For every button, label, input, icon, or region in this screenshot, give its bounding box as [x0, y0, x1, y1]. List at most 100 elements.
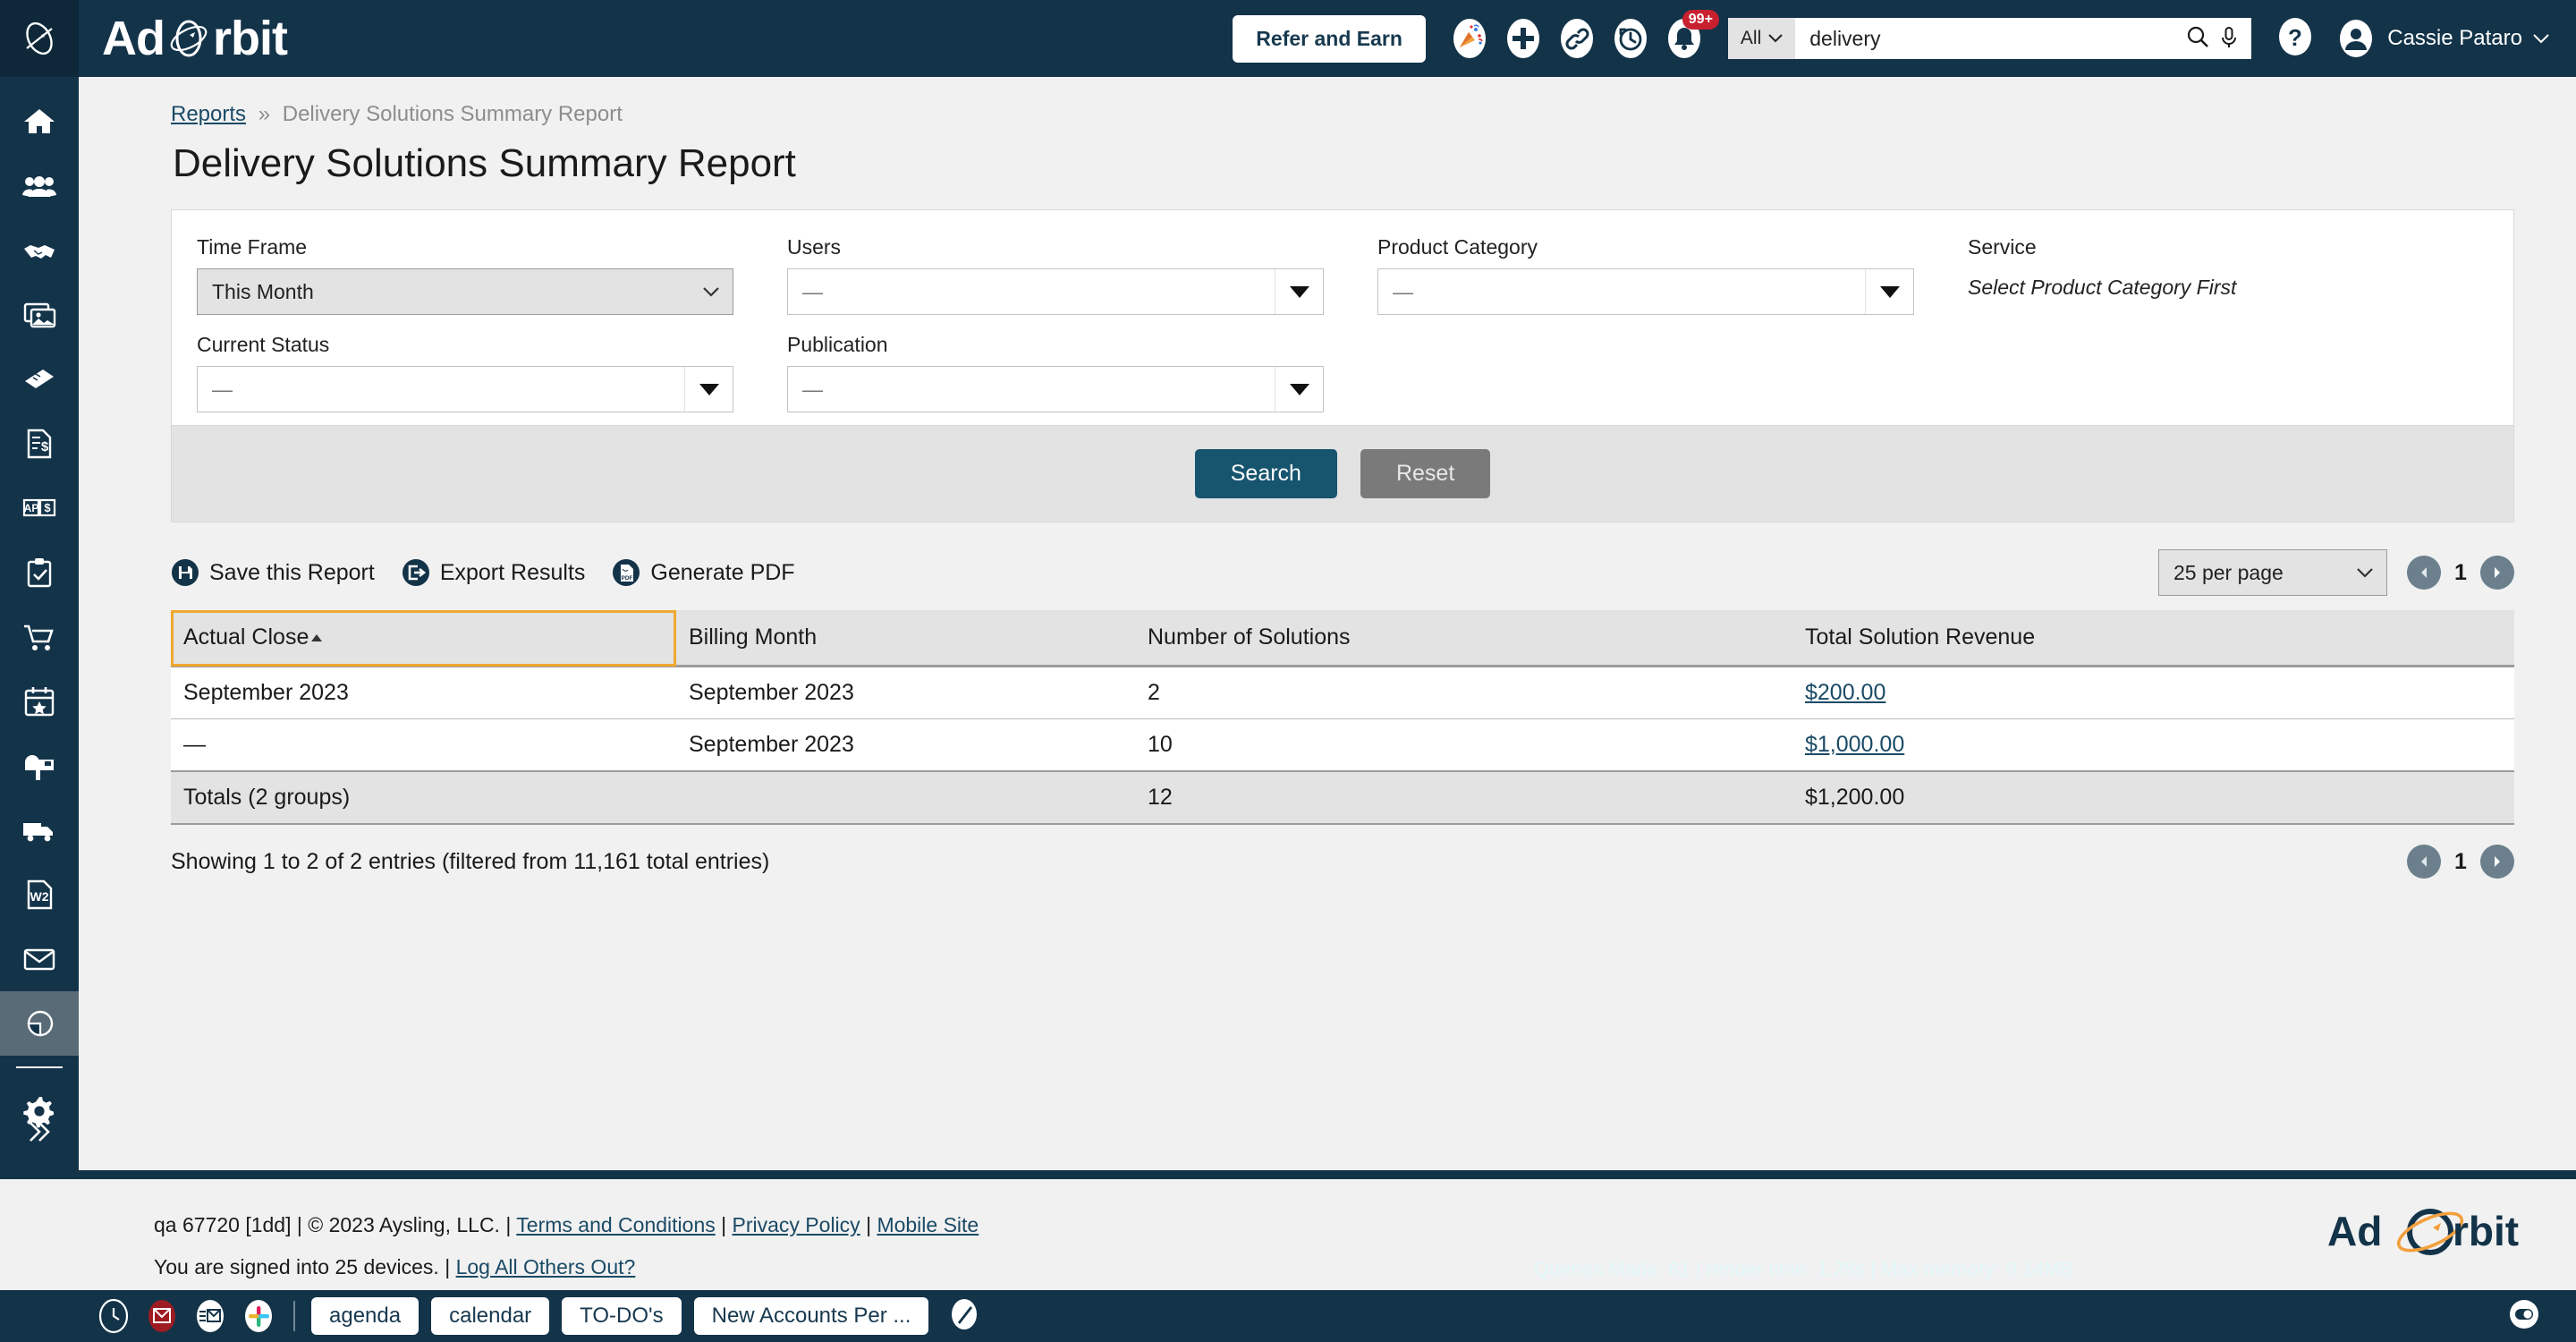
reset-button[interactable]: Reset	[1360, 449, 1491, 498]
report-action-links: Save this Report Export Results PDF Gene…	[171, 558, 795, 587]
clock-icon[interactable]	[95, 1297, 132, 1335]
product-category-select[interactable]: —	[1377, 268, 1914, 315]
main-content: Reports » Delivery Solutions Summary Rep…	[79, 77, 2576, 1170]
search-button[interactable]: Search	[1194, 449, 1337, 498]
sidebar-item-deals[interactable]	[0, 218, 79, 283]
next-page-button[interactable]	[2480, 845, 2514, 879]
history-icon[interactable]	[1610, 18, 1651, 59]
sidebar-item-media[interactable]	[0, 283, 79, 347]
sidebar-item-reports[interactable]	[0, 991, 79, 1056]
breadcrumb: Reports » Delivery Solutions Summary Rep…	[171, 102, 2576, 127]
refer-and-earn-button[interactable]: Refer and Earn	[1233, 14, 1426, 63]
footer-pipe-2: |	[866, 1213, 872, 1236]
cell-total-solution-revenue: $200.00	[1792, 666, 2514, 719]
cell-billing-month: September 2023	[676, 718, 1135, 772]
avatar	[2340, 20, 2373, 57]
table-row[interactable]: September 2023 September 2023 2 $200.00	[171, 666, 2514, 719]
sidebar-item-tickets[interactable]	[0, 347, 79, 412]
chevron-right-icon	[2495, 567, 2500, 578]
column-header-actual-close[interactable]: Actual Close	[171, 610, 676, 667]
report-table: Actual Close Billing Month Number of Sol…	[171, 610, 2514, 825]
taskbar-tab-new-accounts[interactable]: New Accounts Per ...	[693, 1297, 929, 1335]
filter-time-frame: Time Frame This Month	[197, 235, 787, 315]
product-category-label: Product Category	[1377, 235, 1538, 259]
brand-text: Ad rbit	[102, 12, 288, 65]
dropdown-arrow-icon	[1275, 367, 1323, 412]
current-page-number: 1	[2454, 559, 2467, 585]
time-frame-select[interactable]: This Month	[197, 268, 733, 315]
footer-link-log-others-out[interactable]: Log All Others Out?	[456, 1255, 636, 1278]
slack-icon[interactable]	[240, 1297, 277, 1335]
sidebar-item-distribution[interactable]	[0, 798, 79, 862]
toggle-switch-icon[interactable]	[2504, 1295, 2544, 1338]
reports-pie-icon	[27, 1010, 54, 1037]
plus-icon[interactable]	[1503, 18, 1544, 59]
filter-grid-spacer-1	[1377, 324, 1968, 412]
pencil-icon[interactable]	[946, 1296, 982, 1337]
bell-icon[interactable]: 99+	[1664, 10, 1719, 59]
footer-link-terms[interactable]: Terms and Conditions	[516, 1213, 715, 1236]
save-report-button[interactable]: Save this Report	[171, 558, 375, 587]
footer-line-build: qa 67720 [1dd] | © 2023 Aysling, LLC. | …	[154, 1213, 979, 1237]
service-label: Service	[1968, 235, 2037, 259]
sidebar-item-users[interactable]	[0, 154, 79, 218]
sidebar-item-messages[interactable]	[0, 927, 79, 991]
revenue-link[interactable]: $200.00	[1805, 680, 1885, 705]
cell-actual-close: —	[171, 718, 676, 772]
table-row[interactable]: — September 2023 10 $1,000.00	[171, 718, 2514, 772]
previous-page-button[interactable]	[2407, 556, 2441, 590]
app-logo-mark[interactable]	[0, 0, 79, 77]
breadcrumb-link-reports[interactable]: Reports	[171, 102, 246, 126]
footer-link-mobile-site[interactable]: Mobile Site	[877, 1213, 979, 1236]
sidebar-item-home[interactable]	[0, 89, 79, 154]
pagination-bottom: 1	[2407, 845, 2514, 879]
publication-select[interactable]: —	[787, 366, 1324, 412]
search-icon[interactable]	[2185, 24, 2210, 54]
help-icon[interactable]: ?	[2275, 16, 2316, 62]
current-status-select[interactable]: —	[197, 366, 733, 412]
sidebar-item-w2[interactable]: W2	[0, 862, 79, 927]
generate-pdf-button[interactable]: PDF Generate PDF	[612, 558, 795, 587]
per-page-select[interactable]: 25 per page	[2158, 549, 2387, 596]
save-report-label: Save this Report	[209, 559, 375, 585]
sidebar-item-mailbox[interactable]	[0, 734, 79, 798]
export-results-button[interactable]: Export Results	[402, 558, 586, 587]
column-header-number-of-solutions[interactable]: Number of Solutions	[1135, 610, 1792, 667]
celebration-icon[interactable]	[1449, 18, 1490, 59]
next-page-button[interactable]	[2480, 556, 2514, 590]
cart-icon	[24, 624, 54, 650]
sidebar-item-tasks[interactable]	[0, 540, 79, 605]
brand-logo[interactable]: Ad rbit	[102, 11, 288, 66]
filter-action-row: Search Reset	[172, 425, 2513, 522]
taskbar-tab-agenda[interactable]: agenda	[311, 1297, 419, 1335]
sidebar-item-accounts-payable[interactable]: AP $	[0, 476, 79, 540]
footer-link-privacy[interactable]: Privacy Policy	[733, 1213, 860, 1236]
taskbar-tab-todos[interactable]: TO-DO's	[562, 1297, 682, 1335]
previous-page-button[interactable]	[2407, 845, 2441, 879]
mail-unread-icon[interactable]	[143, 1297, 181, 1335]
taskbar-tab-calendar[interactable]: calendar	[431, 1297, 550, 1335]
sidebar-expand-button[interactable]	[0, 1093, 79, 1170]
table-body: September 2023 September 2023 2 $200.00 …	[171, 666, 2514, 825]
current-status-value: —	[212, 377, 233, 401]
users-select[interactable]: —	[787, 268, 1324, 315]
mail-read-icon[interactable]	[191, 1297, 229, 1335]
search-input[interactable]	[1809, 26, 2179, 51]
column-header-billing-month[interactable]: Billing Month	[676, 610, 1135, 667]
taskbar-tabs: agenda calendar TO-DO's New Accounts Per…	[311, 1297, 929, 1335]
cell-billing-month: September 2023	[676, 666, 1135, 719]
chevron-down-icon	[2533, 33, 2549, 43]
sidebar-item-billing[interactable]: $	[0, 412, 79, 476]
link-icon[interactable]	[1556, 18, 1597, 59]
sidebar-item-events[interactable]	[0, 669, 79, 734]
column-header-total-solution-revenue[interactable]: Total Solution Revenue	[1792, 610, 2514, 667]
sidebar-item-orders[interactable]	[0, 605, 79, 669]
search-scope-dropdown[interactable]: All	[1727, 18, 1796, 59]
user-menu[interactable]: Cassie Pataro	[2335, 18, 2549, 59]
chevron-left-icon	[2421, 856, 2427, 867]
export-icon	[402, 559, 429, 586]
microphone-icon[interactable]	[2217, 24, 2241, 54]
export-results-label: Export Results	[439, 559, 586, 585]
breadcrumb-current: Delivery Solutions Summary Report	[282, 102, 623, 126]
revenue-link[interactable]: $1,000.00	[1805, 732, 1904, 757]
